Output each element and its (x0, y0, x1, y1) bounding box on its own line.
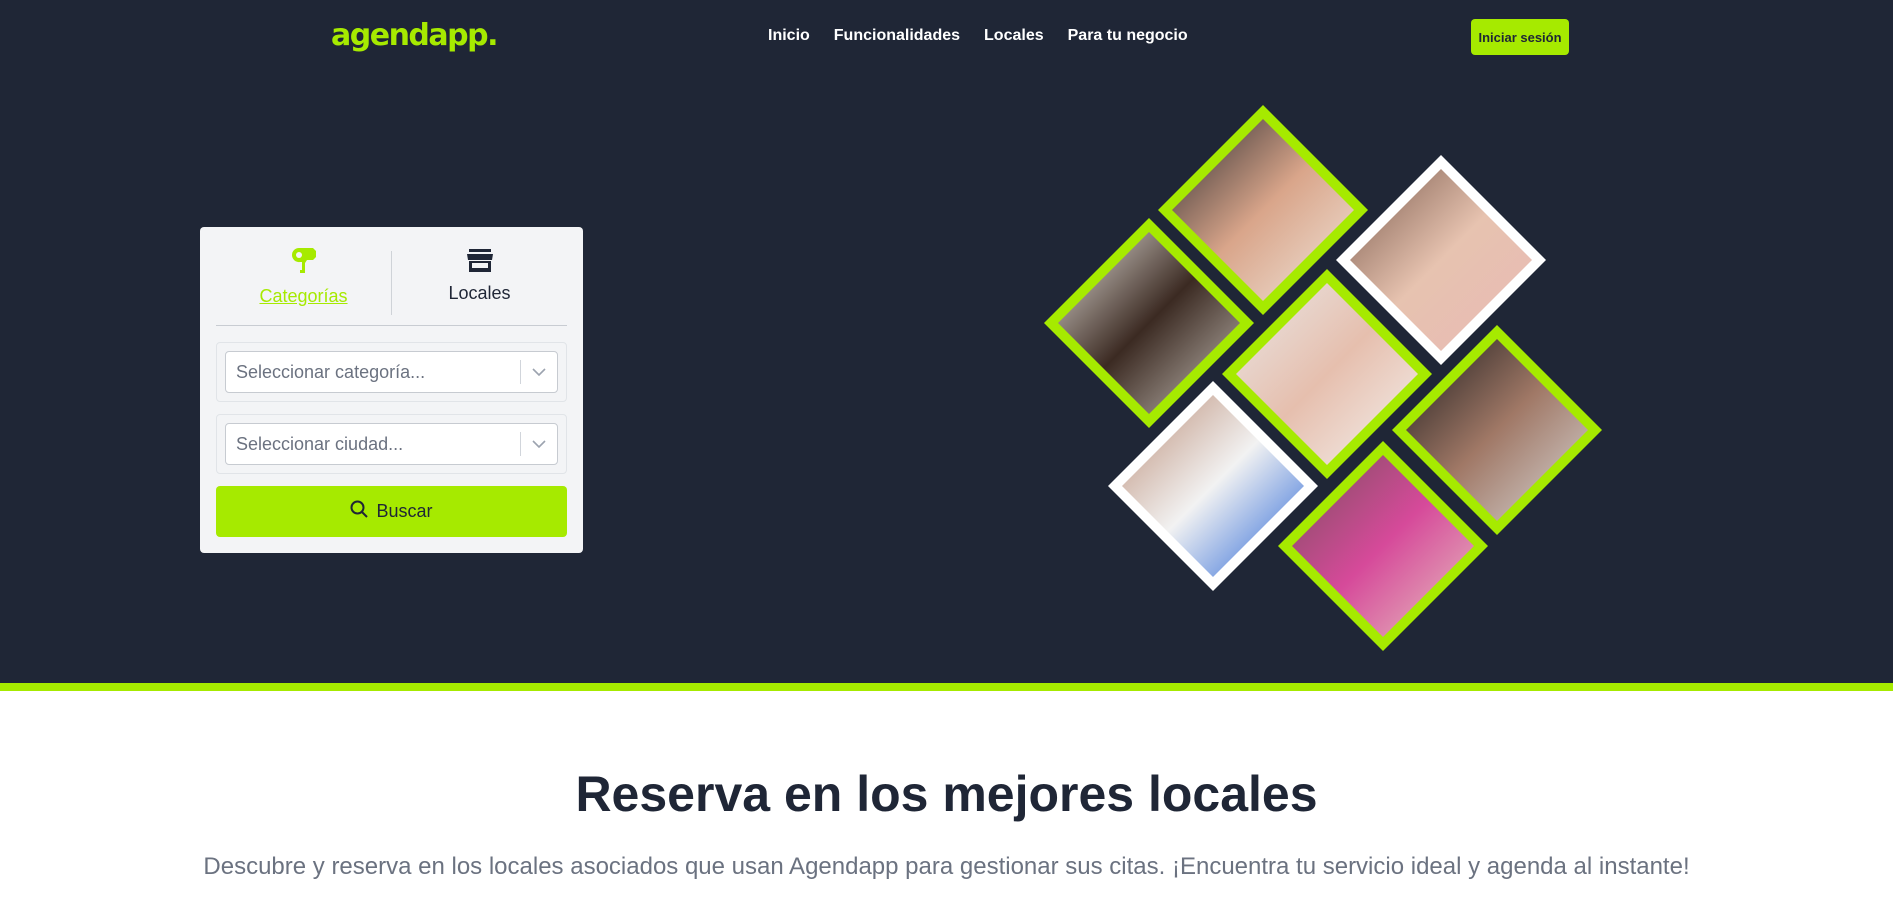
city-placeholder: Seleccionar ciudad... (236, 433, 404, 454)
section-title: Reserva en los mejores locales (575, 766, 1318, 822)
nav-item-locales[interactable]: Locales (984, 27, 1044, 45)
search-icon (350, 500, 369, 523)
chevron-down-icon[interactable] (521, 440, 557, 448)
category-select[interactable]: Seleccionar categoría... (225, 351, 558, 393)
nav-item-inicio[interactable]: Inicio (768, 27, 810, 45)
search-card: Categorías Locales Seleccionar categoría… (200, 227, 583, 553)
nav-item-para-tu-negocio[interactable]: Para tu negocio (1068, 27, 1188, 45)
hero-accent-divider (0, 683, 1893, 691)
chevron-down-icon[interactable] (521, 368, 557, 376)
brand-logo[interactable]: agendapp. (331, 18, 499, 53)
tab-locales[interactable]: Locales (392, 227, 567, 325)
tab-categorias-label: Categorías (259, 285, 348, 306)
tab-locales-label: Locales (448, 282, 511, 303)
tab-categorias[interactable]: Categorías (216, 227, 391, 325)
category-placeholder: Seleccionar categoría... (236, 361, 426, 382)
city-field: Seleccionar ciudad... (216, 414, 567, 474)
main-nav: Inicio Funcionalidades Locales Para tu n… (768, 27, 1188, 45)
hair-dryer-icon (289, 246, 319, 276)
store-icon (466, 248, 493, 273)
section-description: Descubre y reserva en los locales asocia… (203, 853, 1690, 880)
login-button[interactable]: Iniciar sesión (1471, 19, 1569, 55)
search-tabs: Categorías Locales (216, 227, 567, 326)
category-field: Seleccionar categoría... (216, 342, 567, 402)
search-button[interactable]: Buscar (216, 486, 567, 537)
city-select[interactable]: Seleccionar ciudad... (225, 423, 558, 465)
search-button-label: Buscar (376, 501, 433, 521)
nav-item-funcionalidades[interactable]: Funcionalidades (834, 27, 960, 45)
